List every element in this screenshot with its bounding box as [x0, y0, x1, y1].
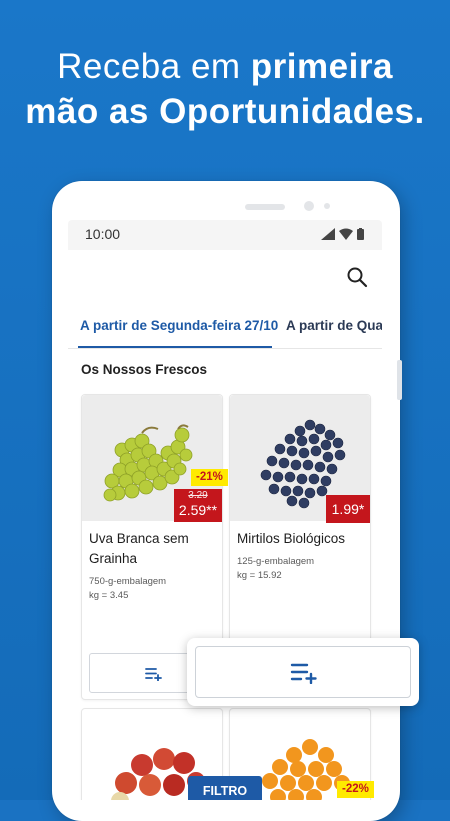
section-title: Os Nossos Frescos — [81, 362, 208, 377]
tab-monday[interactable]: A partir de Segunda-feira 27/10 — [80, 318, 278, 333]
add-to-list-icon — [290, 663, 317, 684]
unit-price: kg = 3.45 — [89, 590, 129, 601]
product-name: Uva Branca sem Grainha — [89, 531, 189, 566]
add-to-list-icon — [145, 668, 162, 681]
phone-speaker — [245, 204, 285, 210]
current-price: 1.99* — [331, 501, 365, 517]
status-bar: 10:00 — [68, 220, 382, 250]
date-tabs: A partir de Segunda-feira 27/10 A partir… — [68, 308, 382, 349]
price-tag: 3.29 2.59** — [174, 489, 222, 522]
headline-normal-text: Receba em — [57, 47, 251, 86]
product-meta: 750-g-embalagem kg = 3.45 — [89, 575, 166, 603]
old-price: 3.29 — [188, 490, 208, 501]
tab-wednesday[interactable]: A partir de Quar — [286, 318, 382, 333]
discount-badge: -22% — [337, 781, 374, 798]
phone-camera — [304, 201, 314, 211]
wifi-icon — [339, 228, 353, 240]
phone-side-button — [397, 360, 402, 400]
phone-sensor — [324, 203, 330, 209]
filter-button[interactable]: FILTRO — [188, 776, 262, 800]
package-size: 125-g-embalagem — [237, 556, 315, 567]
headline-line-2: mão as Oportunidades. — [25, 92, 425, 131]
search-icon[interactable] — [346, 266, 368, 288]
status-icons — [321, 228, 364, 240]
promo-headline: Receba em primeira mão as Oportunidades. — [0, 44, 450, 134]
battery-icon — [357, 228, 364, 240]
status-time: 10:00 — [85, 226, 121, 242]
current-price: 2.59** — [178, 502, 218, 518]
product-name: Mirtilos Biológicos — [237, 531, 346, 546]
package-size: 750-g-embalagem — [89, 576, 167, 587]
product-meta: 125-g-embalagem kg = 15.92 — [237, 555, 314, 583]
headline-bold-text: primeira — [250, 47, 393, 86]
app-screen: 10:00 A partir de Segunda-feira 27/10 A … — [68, 220, 382, 800]
discount-badge: -21% — [191, 469, 228, 486]
signal-icon — [321, 228, 335, 240]
app-bar — [68, 250, 382, 300]
headline-line-1: Receba em primeira — [0, 44, 450, 89]
add-to-list-large-button[interactable] — [195, 646, 411, 698]
price-tag: 1.99* — [326, 495, 370, 523]
active-tab-indicator — [78, 346, 272, 348]
unit-price: kg = 15.92 — [237, 570, 282, 581]
add-to-list-popout — [187, 638, 419, 706]
